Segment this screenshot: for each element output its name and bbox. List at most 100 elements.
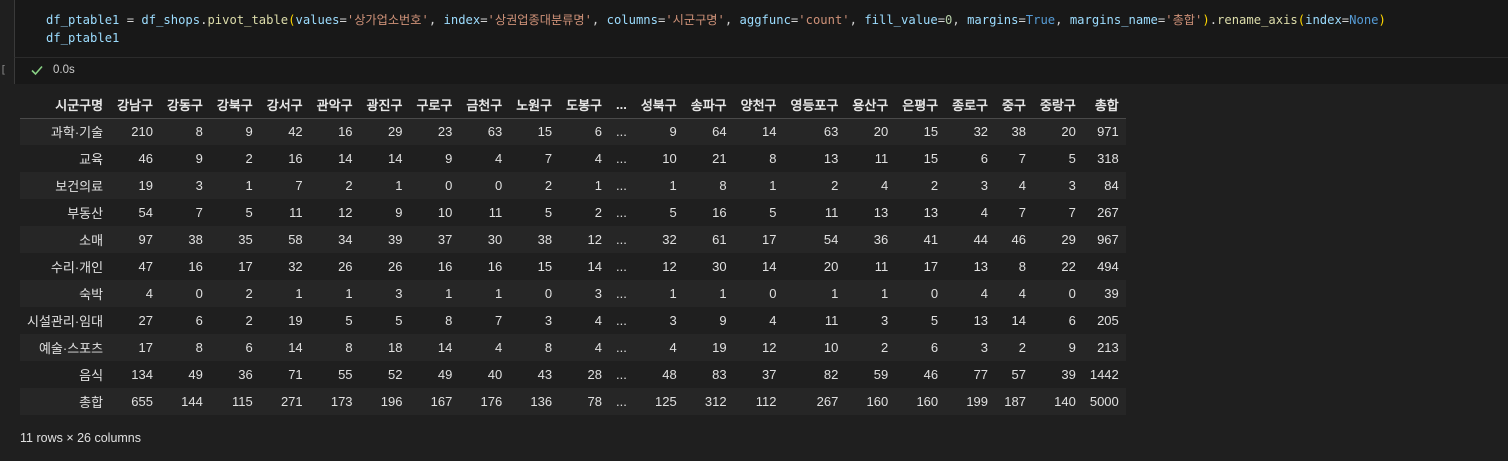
column-header: 용산구 [845, 91, 896, 119]
table-cell: 19 [712, 340, 727, 355]
column-header: 도봉구 [559, 91, 609, 119]
table-cell: 46 [138, 151, 153, 166]
table-cell: 71 [288, 367, 303, 382]
table-cell: 5 [395, 313, 403, 328]
column-header: 은평구 [895, 91, 946, 119]
table-cell: 78 [587, 394, 602, 409]
table-cell: 9 [669, 124, 677, 140]
table-cell: 1 [295, 286, 303, 301]
table-cell: 144 [181, 394, 203, 409]
row-index-label: 예술·스포츠 [38, 341, 104, 356]
table-cell: 16 [712, 205, 727, 220]
table-cell: 1 [669, 286, 677, 301]
code-token: '상권업종대분류명' [487, 13, 592, 27]
table-cell: 39 [1061, 367, 1076, 382]
table-row: 예술·스포츠 17 8 6 14 8 18 14 4 8 4... 4 19 12 10 2 6 3 2 9 213 [20, 334, 1126, 361]
table-cell: 16 [338, 124, 353, 140]
table-cell: 43 [537, 367, 553, 382]
table-cell: 3 [1068, 178, 1076, 193]
code-line-1[interactable]: df_ptable1 = df_shops.pivot_table(values… [46, 11, 1386, 29]
row-index-label: 과학·기술 [50, 125, 104, 141]
code-token: '시군구명' [665, 13, 725, 27]
table-cell: 0 [930, 286, 939, 301]
table-cell: 41 [923, 232, 939, 247]
code-cell-editor[interactable]: df_ptable1 = df_shops.pivot_table(values… [14, 0, 1508, 58]
table-cell: 30 [487, 232, 503, 247]
table-cell: 0 [195, 286, 203, 301]
table-cell-ellipsis: ... [616, 367, 627, 382]
table-cell: 8 [1018, 259, 1026, 274]
table-cell: 9 [1068, 340, 1076, 355]
table-cell: 3 [980, 178, 989, 193]
table-cell: 58 [288, 232, 303, 247]
code-token: = [480, 13, 488, 27]
table-cell: 14 [762, 124, 777, 140]
code-token: margins [967, 13, 1019, 27]
table-cell: 1 [594, 178, 602, 193]
code-token: ( [288, 13, 296, 27]
table-cell: 82 [823, 367, 839, 382]
table-cell: 63 [823, 124, 839, 140]
table-cell: 136 [530, 394, 553, 409]
table-cell: 0 [544, 286, 553, 301]
table-cell: 2 [1018, 340, 1026, 355]
table-cell: 176 [480, 394, 503, 409]
column-header: 강서구 [259, 91, 310, 119]
table-cell: 5 [544, 205, 553, 220]
table-cell: 10 [437, 205, 453, 220]
table-cell-ellipsis: ... [616, 313, 627, 328]
table-cell: 35 [238, 232, 253, 247]
table-cell: 1 [445, 286, 453, 301]
table-row: 총합 655 144 115 271 173 196 167 176 136 78... 125 312… [20, 388, 1126, 415]
table-cell: 3 [195, 178, 203, 193]
table-cell-ellipsis: ... [616, 151, 627, 166]
table-cell: 49 [188, 367, 203, 382]
table-cell: 5 [345, 313, 353, 328]
code-token: aggfunc [739, 13, 791, 27]
table-cell-ellipsis: ... [616, 394, 627, 409]
table-cell: 13 [823, 151, 839, 166]
table-cell: 21 [712, 151, 727, 166]
table-cell: 213 [1097, 340, 1119, 355]
table-cell: 8 [195, 340, 203, 355]
execution-time: 0.0s [53, 64, 75, 76]
code-token: 'count' [798, 13, 850, 27]
code-token: values [295, 13, 340, 27]
table-cell: 17 [238, 259, 253, 274]
table-cell: 4 [145, 286, 153, 301]
table-cell-ellipsis: ... [616, 124, 627, 140]
table-cell: 38 [1011, 124, 1026, 140]
table-cell: 16 [437, 259, 453, 274]
table-cell: 6 [1068, 313, 1076, 328]
table-cell: 63 [487, 124, 503, 140]
table-cell: 3 [980, 340, 989, 355]
table-cell: 967 [1097, 232, 1119, 247]
column-header: 중랑구 [1032, 91, 1083, 119]
table-cell: 11 [289, 205, 303, 220]
table-cell: 83 [712, 367, 727, 382]
table-cell: 1 [245, 178, 253, 193]
table-cell: 2 [881, 340, 889, 355]
code-token: index [443, 13, 481, 27]
table-cell: 16 [487, 259, 503, 274]
table-cell: 17 [762, 232, 777, 247]
code-line-2[interactable]: df_ptable1 [46, 29, 119, 47]
axis-label: 시군구명 [20, 91, 111, 119]
column-header: 양천구 [733, 91, 784, 119]
row-index-label: 시설관리·임대 [27, 314, 104, 329]
code-token: = [937, 13, 946, 27]
table-cell: 14 [437, 340, 453, 355]
table-cell-ellipsis: ... [616, 340, 627, 355]
cell-output: 시군구명 강남구 강동구 강북구 강서구 관악구 광진구 구로구 금천구 노원구 도봉구... 성북… [20, 91, 1500, 461]
table-cell: 12 [662, 259, 677, 274]
table-cell: 9 [245, 124, 253, 140]
table-row: 과학·기술 210 8 9 42 16 29 23 63 15 6... 9 64 14 63 20 15 32 3… [20, 118, 1126, 145]
code-token: , [428, 13, 444, 27]
table-cell: 15 [923, 124, 939, 140]
collapse-bracket-icon[interactable]: [ [0, 63, 8, 77]
table-cell: 7 [544, 151, 553, 166]
table-cell: 4 [881, 178, 889, 193]
table-cell: 271 [280, 394, 303, 409]
column-header: 송파구 [683, 91, 734, 119]
table-cell: 9 [445, 151, 453, 166]
